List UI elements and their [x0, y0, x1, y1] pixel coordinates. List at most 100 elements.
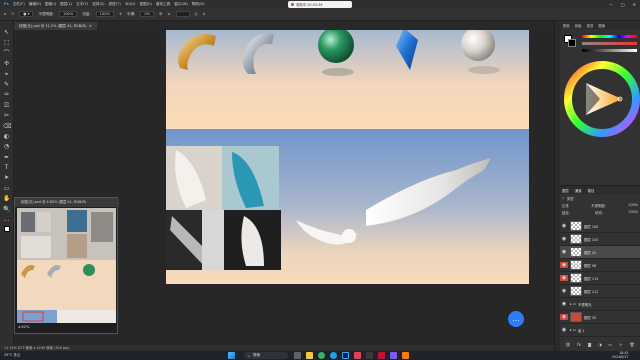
navigator-preview[interactable] — [17, 208, 116, 323]
menu-item-help[interactable]: 帮助(H) — [192, 2, 205, 7]
menu-item-file[interactable]: 文件(F) — [13, 2, 25, 7]
symmetry-icon[interactable]: ⧖ — [203, 12, 206, 16]
menu-item-layer[interactable]: 图层(L) — [60, 2, 72, 7]
browser-icon[interactable] — [318, 352, 325, 359]
eyedropper-tool-icon[interactable]: ✎ — [3, 81, 10, 88]
search-icon[interactable]: ⌕ — [562, 196, 564, 201]
layer-row[interactable]: ◉ 图层 103 — [560, 233, 640, 246]
tab-channels[interactable]: 通道 — [575, 188, 582, 193]
photoshop-icon[interactable] — [342, 352, 349, 359]
angle-icon[interactable]: ∠ — [167, 12, 170, 16]
close-tab-icon[interactable]: ✕ — [89, 24, 92, 28]
menu-item-type[interactable]: 文字(Y) — [76, 2, 88, 7]
new-layer-icon[interactable]: ＋ — [619, 342, 623, 348]
recorder-badge[interactable]: 录制中 00:33:36 — [288, 1, 352, 8]
layer-row[interactable]: ◉ 图层 98 — [560, 259, 640, 272]
app-icon[interactable] — [378, 352, 385, 359]
eye-icon[interactable]: ◉ — [560, 223, 568, 229]
layer-row[interactable]: ◉ 图层 30 — [560, 311, 640, 324]
smoothing-field[interactable]: 0% — [140, 11, 155, 17]
layer-row[interactable]: ◉ ▸ ▭ 不透明光 — [560, 298, 640, 311]
trash-icon[interactable]: 🗑 — [630, 342, 635, 348]
brush-tool-icon[interactable]: ✎ — [11, 12, 14, 16]
foreground-color-swatch[interactable] — [3, 226, 10, 233]
document-canvas[interactable] — [166, 30, 529, 284]
layer-row[interactable]: ◉ 图层 104 — [560, 220, 640, 233]
hue-slider[interactable] — [582, 35, 637, 38]
menu-item-select[interactable]: 选择(S) — [92, 2, 104, 7]
more-tools-icon[interactable]: … — [3, 216, 10, 223]
opacity-field[interactable]: 100% — [58, 11, 78, 17]
menu-item-image[interactable]: 图像(I) — [45, 2, 56, 7]
link-icon[interactable]: ⛓ — [565, 342, 570, 348]
windows-start-icon[interactable] — [228, 352, 235, 359]
hand-tool-icon[interactable]: ✋ — [3, 195, 10, 202]
weather-widget[interactable]: 29°C 多云 — [4, 352, 20, 357]
saturation-slider[interactable] — [582, 42, 637, 45]
navigator-zoom[interactable]: 4.82% — [18, 325, 29, 329]
navigator-window[interactable]: 纹图(无).psd @ 4.82% (图层 41, RGB/8) 4.82% — [14, 197, 119, 334]
dodge-tool-icon[interactable]: ◔ — [3, 143, 10, 150]
angle-field[interactable] — [175, 11, 190, 17]
pressure-icon[interactable]: ◎ — [195, 12, 198, 16]
close-icon[interactable]: ✕ — [633, 2, 636, 7]
color-wheel[interactable] — [564, 61, 640, 137]
brush-preset-picker[interactable]: ● ▾ — [19, 11, 34, 17]
home-icon[interactable]: ⌂ — [4, 12, 6, 16]
taskbar-search[interactable]: ⌕ 搜索 — [244, 352, 288, 359]
file-explorer-icon[interactable] — [306, 352, 313, 359]
eye-icon[interactable]: ◉ — [560, 262, 568, 268]
lasso-tool-icon[interactable]: ⌒ — [3, 50, 10, 57]
eye-icon[interactable]: ◉ — [560, 236, 568, 242]
fill-value[interactable]: 100% — [628, 210, 638, 215]
adjustment-icon[interactable]: ◑ — [598, 342, 602, 348]
fx-icon[interactable]: fx — [577, 342, 581, 348]
healing-tool-icon[interactable]: ♒ — [3, 91, 10, 98]
layer-row[interactable]: ◉ ▸ ▭ 组 1 — [560, 324, 640, 337]
mask-icon[interactable]: ◙ — [588, 342, 592, 348]
tab-layers[interactable]: 图层 — [562, 188, 569, 193]
tab-color[interactable]: 颜色 — [563, 23, 570, 28]
app-icon[interactable] — [354, 352, 361, 359]
maximize-icon[interactable]: □ — [621, 2, 625, 7]
eye-icon[interactable]: ◉ — [560, 288, 568, 294]
crop-tool-icon[interactable]: ⌖ — [3, 71, 10, 78]
layer-kind-filter[interactable]: 类型 — [567, 196, 574, 201]
menu-item-3d[interactable]: 3D(D) — [125, 2, 136, 6]
flow-field[interactable]: 100% — [95, 11, 114, 17]
layer-row[interactable]: ◉ 图层 112 — [560, 285, 640, 298]
path-select-tool-icon[interactable]: ➤ — [3, 174, 10, 181]
eye-icon[interactable]: ◉ — [560, 275, 568, 281]
layer-row-selected[interactable]: ◉ 图层 41 — [560, 246, 640, 259]
ps-logo-icon[interactable]: Ps — [4, 2, 9, 6]
minimize-icon[interactable]: — — [609, 2, 613, 7]
eye-icon[interactable]: ◉ — [560, 314, 568, 320]
tab-paths[interactable]: 路径 — [588, 188, 595, 193]
eye-icon[interactable]: ◉ — [560, 249, 568, 255]
marquee-tool-icon[interactable]: ⬚ — [3, 39, 10, 46]
eraser-tool-icon[interactable]: ⌫ — [3, 123, 11, 130]
new-group-icon[interactable]: ▭ — [608, 342, 612, 348]
brightness-slider[interactable] — [582, 49, 637, 52]
tab-swatches[interactable]: 色板 — [575, 23, 582, 28]
taskbar-clock[interactable]: 18:45 2024/6/17 — [612, 351, 628, 359]
navigator-title[interactable]: 纹图(无).psd @ 4.82% (图层 41, RGB/8) — [15, 198, 119, 207]
menu-item-view[interactable]: 视图(V) — [139, 2, 151, 7]
stamp-tool-icon[interactable]: ⎚ — [3, 102, 10, 109]
app-icon[interactable] — [402, 352, 409, 359]
eye-icon[interactable]: ◉ — [560, 301, 568, 307]
task-view-icon[interactable] — [294, 352, 301, 359]
tab-patterns[interactable]: 图案 — [598, 23, 605, 28]
blend-mode-select[interactable]: 正常 — [562, 203, 569, 208]
menu-item-plugins[interactable]: 增效工具 — [156, 2, 170, 7]
background-swatch[interactable] — [568, 39, 576, 47]
zoom-tool-icon[interactable]: 🔍 — [3, 206, 10, 213]
speech-bubble-icon[interactable]: … — [508, 311, 524, 327]
menu-item-window[interactable]: 窗口(W) — [174, 2, 188, 7]
type-tool-icon[interactable]: T — [3, 164, 10, 171]
layer-row[interactable]: ◉ 图层 113 — [560, 272, 640, 285]
quick-select-tool-icon[interactable]: ✣ — [3, 60, 10, 67]
move-tool-icon[interactable]: ↖ — [3, 29, 10, 36]
menu-item-edit[interactable]: 编辑(E) — [29, 2, 41, 7]
app-icon[interactable] — [390, 352, 397, 359]
